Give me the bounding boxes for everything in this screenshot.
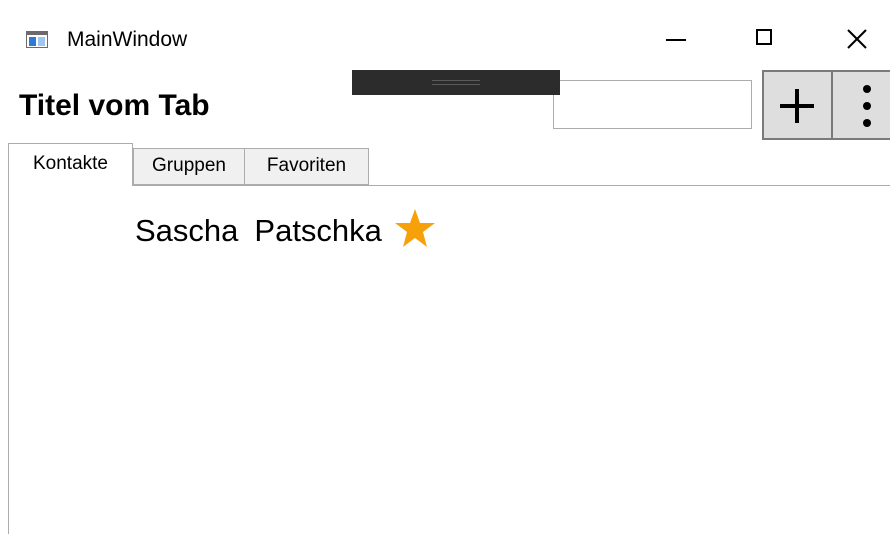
minimize-icon [666, 39, 686, 41]
maximize-button[interactable] [740, 10, 794, 68]
search-input[interactable] [553, 80, 752, 129]
window-title: MainWindow [67, 28, 188, 51]
close-button[interactable] [830, 10, 884, 68]
page-title: Titel vom Tab [19, 89, 210, 122]
main-window: MainWindow Titel vom Tab Sascha Patschka… [0, 0, 890, 534]
close-icon [847, 29, 867, 49]
drag-handle-overlay[interactable] [352, 70, 560, 95]
tab-kontakte[interactable]: Kontakte [8, 143, 133, 186]
minimize-button[interactable] [650, 10, 704, 68]
tab-gruppen[interactable]: Gruppen [133, 148, 245, 185]
tab-favoriten[interactable]: Favoriten [245, 148, 369, 185]
add-button[interactable] [762, 70, 833, 140]
maximize-icon [756, 29, 772, 45]
contact-last-name: Patschka [254, 213, 382, 248]
more-options-button[interactable] [831, 70, 890, 140]
contact-list-item[interactable]: Sascha Patschka [135, 208, 436, 254]
app-window-icon[interactable] [26, 31, 48, 48]
star-icon[interactable] [394, 208, 436, 248]
contact-first-name: Sascha [135, 213, 239, 248]
tab-content-panel: Sascha Patschka [8, 185, 890, 534]
grip-icon [432, 80, 480, 85]
title-bar[interactable]: MainWindow [0, 0, 890, 78]
